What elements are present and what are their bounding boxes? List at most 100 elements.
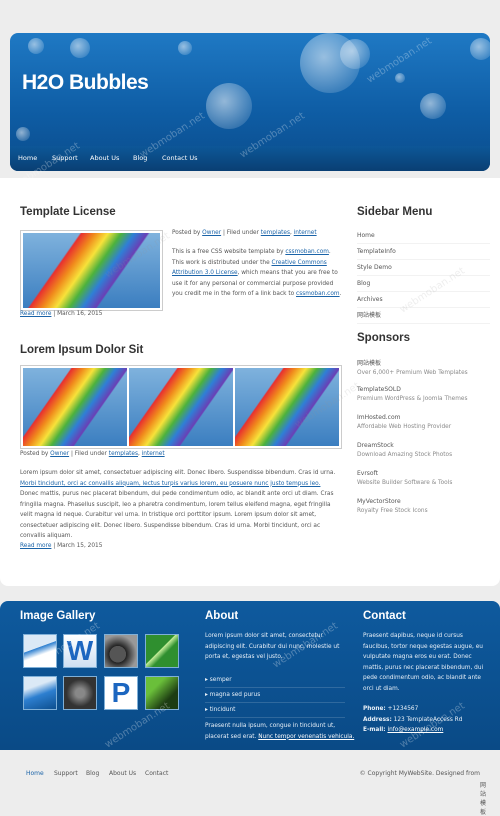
tag-link[interactable]: templates <box>261 230 290 236</box>
about-list-label: tincidunt <box>209 707 236 713</box>
gallery-thumbnail[interactable] <box>104 634 138 668</box>
post-footer: Read more | March 16, 2015 <box>20 311 102 317</box>
email-link[interactable]: info@example.com <box>387 727 443 733</box>
post-date: | March 16, 2015 <box>53 311 103 317</box>
site-logo[interactable]: H2O Bubbles <box>22 71 149 95</box>
about-text: Lorem ipsum dolor sit amet, consectetur … <box>205 633 340 660</box>
bubble-decoration <box>420 93 446 119</box>
sidebar-item-home[interactable]: Home <box>357 228 490 244</box>
sponsor-name[interactable]: MyVectorStore <box>357 498 490 505</box>
sponsor-name[interactable]: ImHosted.com <box>357 414 490 421</box>
sidebar-menu-title: Sidebar Menu <box>357 206 433 218</box>
read-more-link[interactable]: Read more <box>20 543 51 549</box>
about-list-item[interactable]: ▸ semper <box>205 673 345 688</box>
bottom-bar: Home Support Blog About Us Contact © Cop… <box>0 760 500 816</box>
post-date: | March 15, 2015 <box>53 543 103 549</box>
sponsor-desc: Over 6,000+ Premium Web Templates <box>357 370 468 376</box>
gallery-thumbnail[interactable] <box>23 634 57 668</box>
post-image[interactable] <box>235 368 339 446</box>
bubble-decoration <box>206 83 252 129</box>
gallery-thumbnail[interactable]: W <box>63 634 97 668</box>
address-value: 123 TemplateAccess Rd <box>393 716 463 723</box>
post-title[interactable]: Lorem Ipsum Dolor Sit <box>20 344 143 356</box>
tag-link[interactable]: internet <box>142 451 165 457</box>
post-body: This is a free CSS website template by c… <box>172 249 342 297</box>
gallery-thumbnail[interactable] <box>63 676 97 710</box>
meta-label: Posted by <box>172 230 201 236</box>
post-image[interactable] <box>129 368 233 446</box>
gallery-thumbnail[interactable]: P <box>104 676 138 710</box>
meta-label: Posted by <box>20 451 49 457</box>
sponsor-item[interactable]: TemplateSOLD Premium WordPress & Joomla T… <box>357 386 490 402</box>
about-list-item[interactable]: ▸ tincidunt <box>205 703 345 718</box>
sidebar-item-blog[interactable]: Blog <box>357 276 490 292</box>
bubble-decoration <box>70 38 90 58</box>
address-label: Address: <box>363 716 392 723</box>
sponsor-item[interactable]: MyVectorStore Royalty Free Stock Icons <box>357 498 490 514</box>
post-footer: Read more | March 15, 2015 <box>20 543 102 549</box>
sidebar-item-style-demo[interactable]: Style Demo <box>357 260 490 276</box>
bottom-nav-contact[interactable]: Contact <box>145 770 168 777</box>
post-text: This is a free CSS website template by <box>172 249 284 255</box>
nav-about-us[interactable]: About Us <box>90 154 119 162</box>
nav-contact-us[interactable]: Contact Us <box>162 154 198 162</box>
bottom-nav-support[interactable]: Support <box>54 770 78 777</box>
email-label: E-mail: <box>363 727 386 733</box>
post-title[interactable]: Template License <box>20 206 116 218</box>
post-body: Lorem ipsum dolor sit amet, consectetuer… <box>20 468 338 542</box>
post-image-strip[interactable] <box>20 365 342 449</box>
gallery-thumbnail[interactable] <box>145 676 179 710</box>
site-header: H2O Bubbles Home Support About Us Blog C… <box>10 33 490 171</box>
sponsor-desc: Affordable Web Hosting Provider <box>357 424 452 430</box>
about-list-label: magna sed purus <box>209 692 261 698</box>
sponsor-desc: Royalty Free Stock Icons <box>357 508 428 514</box>
sponsor-name[interactable]: TemplateSOLD <box>357 386 490 393</box>
bubble-decoration <box>300 33 360 93</box>
meta-label: | Filed under <box>70 451 107 457</box>
sponsor-name[interactable]: 网站模板 <box>357 358 490 367</box>
sponsor-item[interactable]: DreamStock Download Amazing Stock Photos <box>357 442 490 458</box>
gallery-thumbnail[interactable] <box>145 634 179 668</box>
bubble-decoration <box>178 41 192 55</box>
gallery-title: Image Gallery <box>20 610 96 622</box>
about-title: About <box>205 610 239 622</box>
sponsor-item[interactable]: ImHosted.com Affordable Web Hosting Provi… <box>357 414 490 430</box>
post-meta: Posted by Owner | Filed under templates,… <box>172 230 317 236</box>
bottom-nav-blog[interactable]: Blog <box>86 770 99 777</box>
author-link[interactable]: Owner <box>202 230 221 236</box>
designer-link[interactable]: 网站模板 <box>480 780 486 816</box>
sidebar-item-archives[interactable]: Archives <box>357 292 490 308</box>
sidebar-menu: Home TemplateInfo Style Demo Blog Archiv… <box>357 228 490 324</box>
sponsor-name[interactable]: DreamStock <box>357 442 490 449</box>
contact-title: Contact <box>363 610 406 622</box>
sponsor-desc: Website Builder Software & Tools <box>357 480 453 486</box>
sidebar-item-templateinfo[interactable]: TemplateInfo <box>357 244 490 260</box>
bottom-nav-home[interactable]: Home <box>26 770 44 777</box>
sidebar-item-templates[interactable]: 网站模板 <box>357 308 490 324</box>
post-text: Lorem ipsum dolor sit amet, consectetuer… <box>20 470 336 476</box>
about-list: ▸ semper ▸ magna sed purus ▸ tincidunt <box>205 673 345 718</box>
nav-support[interactable]: Support <box>52 154 78 162</box>
bubble-decoration <box>395 73 405 83</box>
post-thumbnail[interactable] <box>20 230 163 311</box>
phone-value: +1234567 <box>387 706 419 712</box>
gallery-thumbnail[interactable] <box>23 676 57 710</box>
nav-blog[interactable]: Blog <box>133 154 147 162</box>
post-link[interactable]: cssmoban.com <box>285 249 329 255</box>
main-nav: Home Support About Us Blog Contact Us <box>10 146 490 171</box>
tag-link[interactable]: internet <box>294 230 317 236</box>
bottom-nav-about-us[interactable]: About Us <box>109 770 136 777</box>
author-link[interactable]: Owner <box>50 451 69 457</box>
sponsor-item[interactable]: Evrsoft Website Builder Software & Tools <box>357 470 490 486</box>
sponsor-name[interactable]: Evrsoft <box>357 470 490 477</box>
nav-home[interactable]: Home <box>18 154 37 162</box>
post-link[interactable]: Morbi tincidunt, orci ac convallis aliqu… <box>20 481 320 487</box>
about-text: Praesent nulla ipsum, congue in tincidun… <box>205 721 355 742</box>
about-link[interactable]: Nunc tempor venenatis vehicula. <box>258 734 354 740</box>
sponsor-item[interactable]: 网站模板 Over 6,000+ Premium Web Templates <box>357 358 490 376</box>
about-list-item[interactable]: ▸ magna sed purus <box>205 688 345 703</box>
post-link[interactable]: cssmoban.com <box>296 291 340 297</box>
tag-link[interactable]: templates <box>109 451 138 457</box>
read-more-link[interactable]: Read more <box>20 311 51 317</box>
post-image[interactable] <box>23 368 127 446</box>
